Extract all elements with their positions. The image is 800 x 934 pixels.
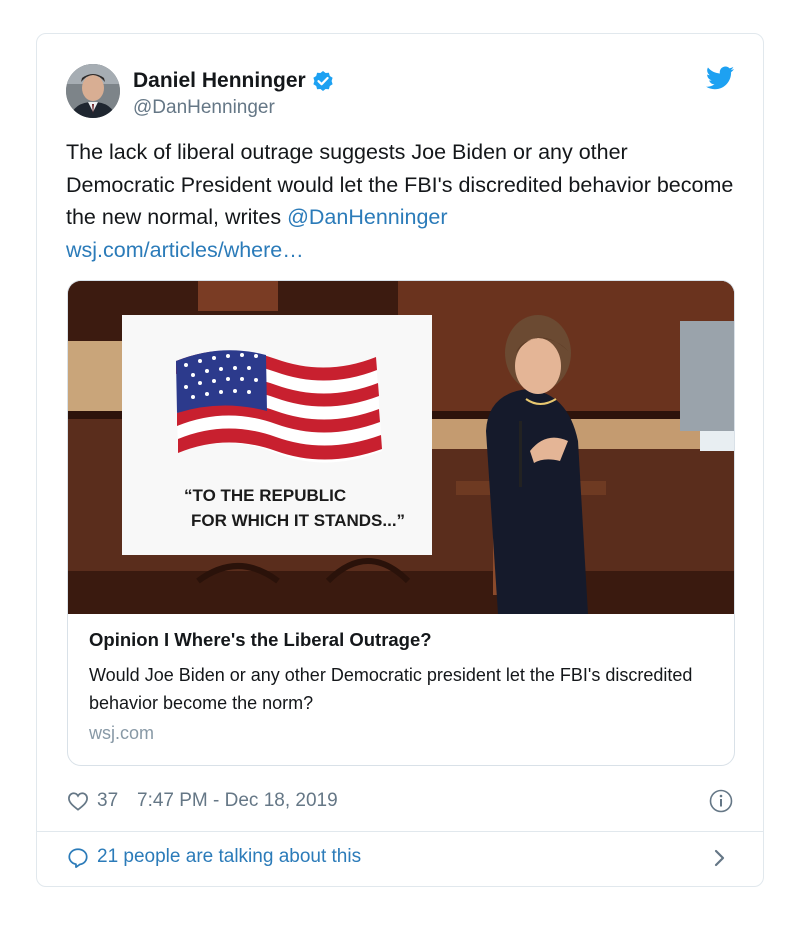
speech-bubble-icon: [67, 847, 89, 869]
author-avatar[interactable]: [66, 64, 120, 118]
author-handle[interactable]: @DanHenninger: [133, 97, 275, 119]
heart-icon[interactable]: [67, 791, 89, 811]
tweet-meta: 37 7:47 PM - Dec 18, 2019: [67, 788, 733, 816]
footer-divider: [37, 831, 763, 832]
tweet-card[interactable]: Daniel Henninger @DanHenninger The lack …: [36, 33, 764, 887]
card-image[interactable]: “TO THE REPUBLIC FOR WHICH IT STANDS...”: [68, 281, 734, 614]
sign-text-line2: FOR WHICH IT STANDS...”: [191, 511, 405, 530]
card-text: Opinion I Where's the Liberal Outrage? W…: [89, 629, 714, 744]
mention-link[interactable]: @DanHenninger: [287, 205, 447, 229]
card-description: Would Joe Biden or any other Democratic …: [89, 665, 693, 713]
like-count: 37: [97, 790, 119, 811]
tweet-text: The lack of liberal outrage suggests Joe…: [66, 136, 736, 266]
card-title[interactable]: Opinion I Where's the Liberal Outrage?: [89, 629, 714, 651]
info-icon[interactable]: [709, 789, 733, 813]
talking-link[interactable]: 21 people are talking about this: [97, 846, 361, 868]
author-name[interactable]: Daniel Henninger: [133, 69, 306, 93]
conversation-footer[interactable]: 21 people are talking about this: [67, 844, 733, 876]
article-url-link[interactable]: wsj.com/articles/where…: [66, 238, 304, 262]
card-domain: wsj.com: [89, 723, 155, 743]
chevron-right-icon[interactable]: [713, 847, 727, 869]
tweet-timestamp[interactable]: 7:47 PM - Dec 18, 2019: [137, 790, 338, 812]
author-name-row: Daniel Henninger: [133, 69, 334, 93]
tweet-header: Daniel Henninger @DanHenninger: [66, 64, 734, 120]
verified-badge-icon: [312, 70, 334, 92]
sign-text-line1: “TO THE REPUBLIC: [184, 486, 346, 505]
twitter-bird-icon[interactable]: [706, 66, 734, 90]
link-preview-card[interactable]: “TO THE REPUBLIC FOR WHICH IT STANDS...”…: [67, 280, 735, 766]
